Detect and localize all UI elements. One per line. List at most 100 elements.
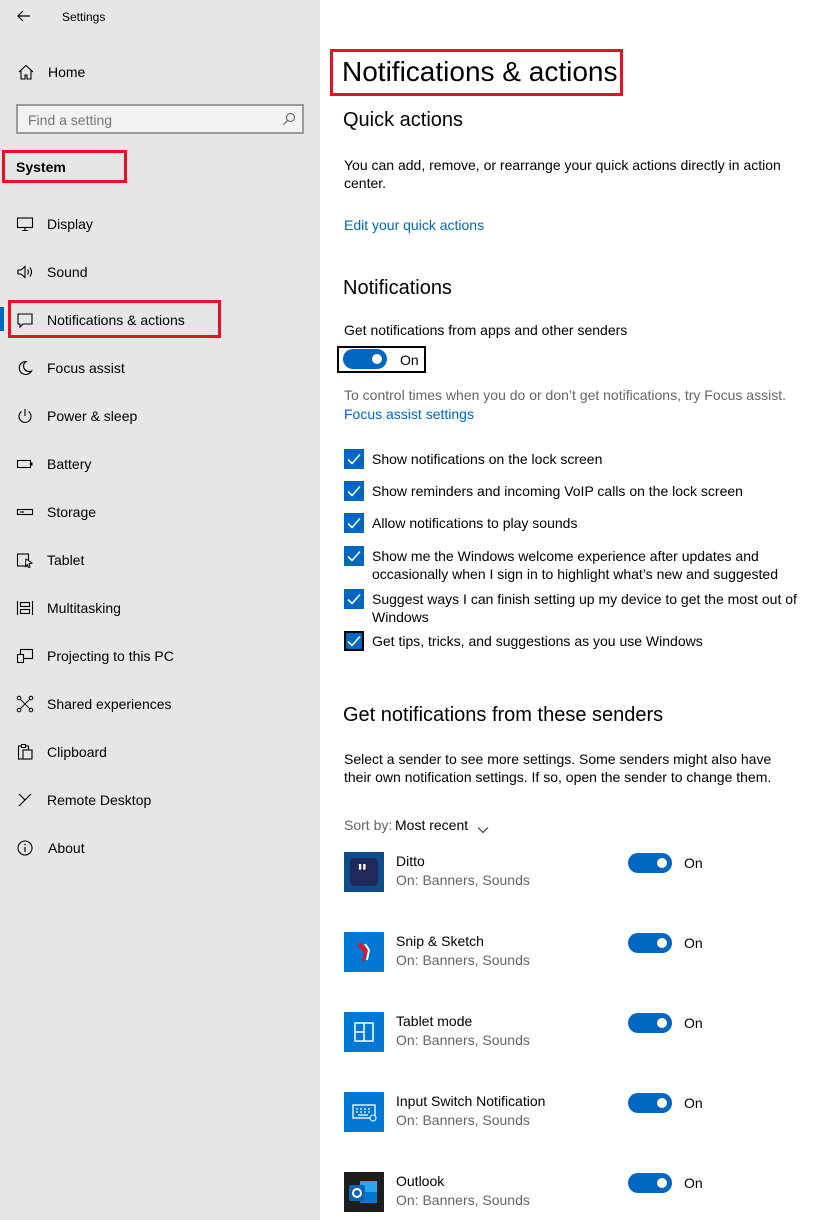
snip-sketch-icon — [344, 932, 384, 972]
sidebar-item-clipboard[interactable]: Clipboard — [0, 731, 320, 775]
checkbox-box[interactable] — [344, 481, 364, 501]
sort-by-dropdown[interactable]: Most recent — [395, 815, 495, 837]
checkbox-label: Show me the Windows welcome experience a… — [372, 548, 778, 582]
checkbox-box[interactable] — [344, 631, 364, 651]
toggle-knob — [657, 1018, 667, 1028]
search-icon — [282, 112, 296, 131]
multitasking-icon — [16, 599, 34, 617]
sidebar-item-label: About — [48, 840, 85, 856]
moon-icon — [16, 359, 34, 377]
checkbox-box[interactable] — [344, 546, 364, 566]
checkbox-box[interactable] — [344, 513, 364, 533]
sender-toggle-state: On — [684, 1095, 703, 1111]
ditto-icon: " — [344, 852, 384, 892]
quick-actions-heading: Quick actions — [343, 109, 464, 131]
back-button[interactable] — [10, 4, 38, 28]
sidebar-item-label: Projecting to this PC — [47, 648, 174, 664]
sidebar-item-label: Focus assist — [47, 360, 125, 376]
sender-status: On: Banners, Sounds — [396, 952, 530, 968]
sender-status: On: Banners, Sounds — [396, 1112, 530, 1128]
sender-toggle-state: On — [684, 1015, 703, 1031]
sidebar: Settings Home System Display Sound Notif… — [0, 0, 320, 1220]
sidebar-item-label: Power & sleep — [47, 408, 138, 424]
sidebar-item-projecting[interactable]: Projecting to this PC — [0, 635, 320, 679]
sidebar-item-home[interactable]: Home — [0, 51, 320, 95]
checkbox-box[interactable] — [344, 449, 364, 469]
sidebar-item-battery[interactable]: Battery — [0, 443, 320, 487]
quick-actions-description: You can add, remove, or rearrange your q… — [344, 157, 781, 191]
checkmark-icon — [347, 485, 361, 497]
sender-name: Outlook — [396, 1173, 445, 1189]
senders-description: Select a sender to see more settings. So… — [344, 751, 772, 785]
sender-toggle[interactable] — [628, 853, 672, 873]
sort-by-label: Sort by: — [344, 817, 393, 833]
power-icon — [16, 407, 34, 425]
sidebar-item-notifications-actions[interactable]: Notifications & actions — [0, 299, 320, 343]
sender-toggle[interactable] — [628, 1093, 672, 1113]
search-input[interactable] — [26, 110, 270, 130]
sidebar-item-focus-assist[interactable]: Focus assist — [0, 347, 320, 391]
focus-assist-settings-link[interactable]: Focus assist settings — [344, 406, 474, 422]
sidebar-item-sound[interactable]: Sound — [0, 251, 320, 295]
search-box[interactable] — [16, 104, 304, 134]
outlook-icon — [344, 1172, 384, 1212]
checkmark-icon — [347, 635, 361, 647]
sidebar-item-storage[interactable]: Storage — [0, 491, 320, 535]
clipboard-icon — [16, 743, 34, 761]
sender-toggle[interactable] — [628, 1013, 672, 1033]
sender-name: Snip & Sketch — [396, 933, 484, 949]
sender-toggle-state: On — [684, 1175, 703, 1191]
sender-status: On: Banners, Sounds — [396, 1032, 530, 1048]
checkbox-label: Suggest ways I can finish setting up my … — [372, 591, 797, 625]
sidebar-item-display[interactable]: Display — [0, 203, 320, 247]
sender-toggle[interactable] — [628, 933, 672, 953]
sidebar-item-about[interactable]: About — [0, 827, 320, 871]
projecting-icon — [16, 647, 34, 665]
sidebar-item-label: Clipboard — [47, 744, 107, 760]
checkmark-icon — [347, 453, 361, 465]
battery-icon — [16, 455, 34, 473]
sidebar-item-tablet[interactable]: Tablet — [0, 539, 320, 583]
sender-row-input-switch[interactable]: Input Switch Notification On: Banners, S… — [344, 1092, 804, 1132]
sidebar-item-shared-experiences[interactable]: Shared experiences — [0, 683, 320, 727]
notifications-toggle[interactable] — [343, 349, 387, 369]
sidebar-item-label: Battery — [47, 456, 92, 472]
checkbox-label: Allow notifications to play sounds — [372, 515, 578, 531]
sidebar-item-remote-desktop[interactable]: Remote Desktop — [0, 779, 320, 823]
main-panel: Notifications & actions Quick actions Yo… — [320, 0, 822, 1220]
edit-quick-actions-link[interactable]: Edit your quick actions — [344, 217, 484, 233]
home-icon — [17, 63, 35, 81]
sidebar-item-multitasking[interactable]: Multitasking — [0, 587, 320, 631]
sender-row-snip-sketch[interactable]: Snip & Sketch On: Banners, Sounds On — [344, 932, 804, 972]
sidebar-item-label: Display — [47, 216, 93, 232]
sidebar-item-label: Sound — [47, 264, 88, 280]
sidebar-item-label: Storage — [47, 504, 97, 520]
notifications-toggle-label: Get notifications from apps and other se… — [344, 322, 628, 338]
checkmark-icon — [347, 593, 361, 605]
speaker-icon — [16, 263, 34, 281]
sender-toggle-state: On — [684, 855, 703, 871]
focus-assist-text: To control times when you do or don’t ge… — [344, 387, 786, 403]
senders-heading: Get notifications from these senders — [343, 704, 664, 726]
sender-status: On: Banners, Sounds — [396, 1192, 530, 1208]
back-arrow-icon — [16, 8, 32, 29]
sidebar-item-label: Remote Desktop — [47, 792, 152, 808]
sidebar-item-label: Multitasking — [47, 600, 121, 616]
sidebar-item-power-sleep[interactable]: Power & sleep — [0, 395, 320, 439]
checkbox-label: Get tips, tricks, and suggestions as you… — [372, 633, 703, 649]
sort-by-value: Most recent — [395, 817, 469, 833]
checkbox-box[interactable] — [344, 589, 364, 609]
sender-name: Ditto — [396, 853, 425, 869]
sender-row-ditto[interactable]: " Ditto On: Banners, Sounds On — [344, 852, 804, 892]
keyboard-icon — [344, 1092, 384, 1132]
chevron-down-icon — [477, 821, 489, 839]
toggle-knob — [657, 1178, 667, 1188]
page-title: Notifications & actions — [342, 56, 618, 87]
tablet-mode-icon — [344, 1012, 384, 1052]
checkmark-icon — [347, 550, 361, 562]
toggle-knob — [372, 354, 382, 364]
sender-name: Input Switch Notification — [396, 1093, 546, 1109]
sender-row-outlook[interactable]: Outlook On: Banners, Sounds On — [344, 1172, 804, 1212]
sender-toggle[interactable] — [628, 1173, 672, 1193]
sender-row-tablet-mode[interactable]: Tablet mode On: Banners, Sounds On — [344, 1012, 804, 1052]
